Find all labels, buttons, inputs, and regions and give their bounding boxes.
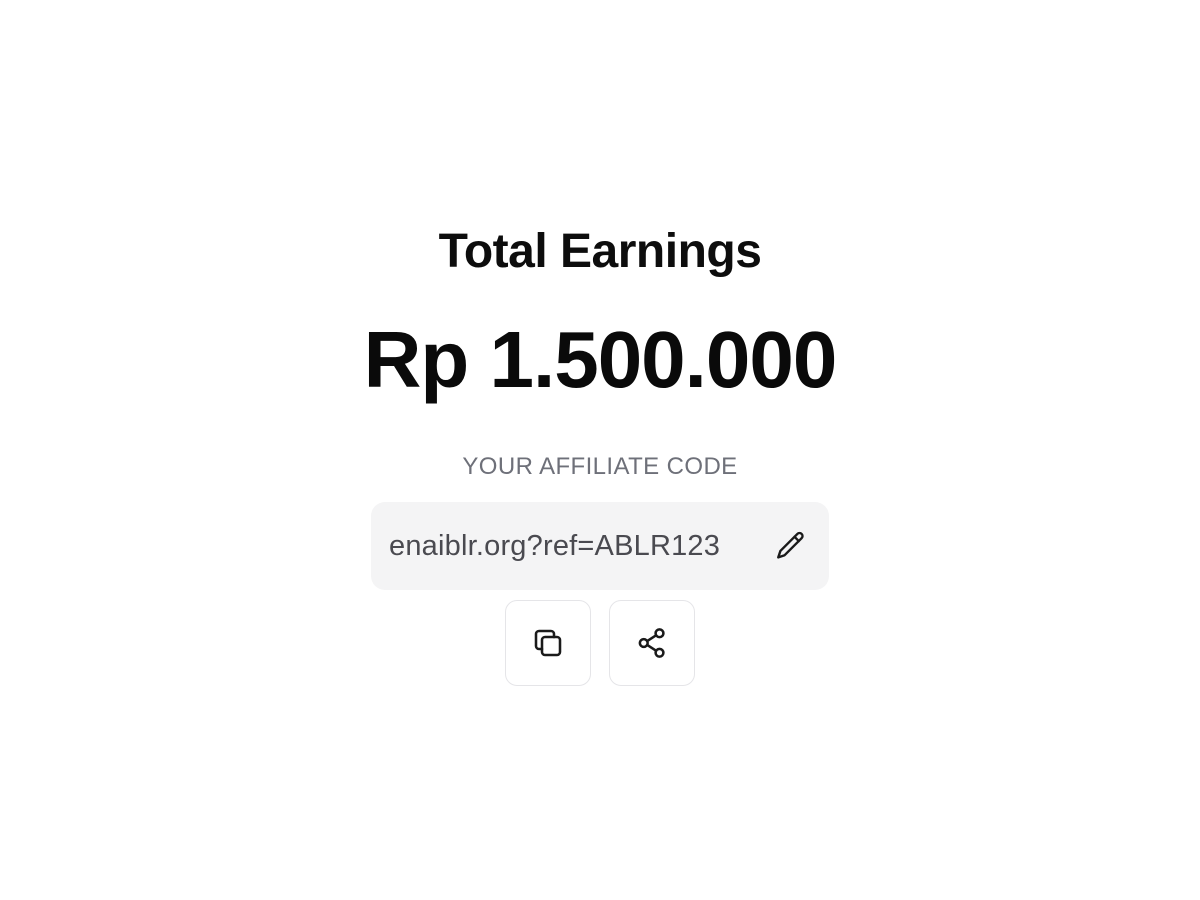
pencil-icon (774, 529, 808, 563)
earnings-amount: Rp 1.500.000 (363, 315, 838, 404)
affiliate-earnings-page: Total Earnings Rp 1.500.000 YOUR AFFILIA… (0, 0, 1200, 900)
copy-button[interactable] (505, 600, 591, 686)
affiliate-code-box: enaiblr.org?ref=ABLR123 (371, 502, 829, 590)
code-actions (505, 600, 695, 686)
affiliate-code-text[interactable]: enaiblr.org?ref=ABLR123 (389, 530, 720, 563)
share-button[interactable] (609, 600, 695, 686)
share-icon (634, 625, 670, 661)
copy-icon (530, 625, 566, 661)
affiliate-code-label: YOUR AFFILIATE CODE (462, 453, 738, 480)
earnings-panel: Total Earnings Rp 1.500.000 YOUR AFFILIA… (0, 222, 1200, 686)
earnings-title: Total Earnings (438, 225, 762, 278)
edit-code-button[interactable] (771, 526, 811, 566)
